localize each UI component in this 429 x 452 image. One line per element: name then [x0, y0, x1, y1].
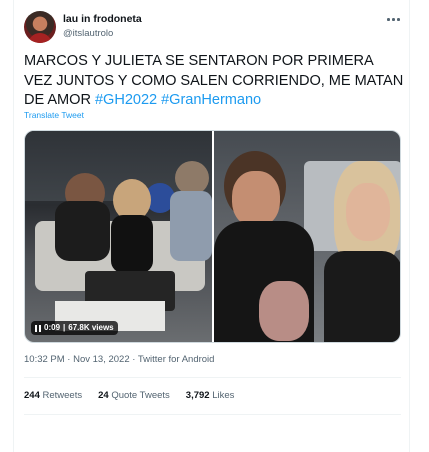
video-views: 67.8K views: [68, 323, 114, 332]
quote-tweets-stat[interactable]: 24 Quote Tweets: [98, 390, 170, 401]
tweet-stats: 244 Retweets 24 Quote Tweets 3,792 Likes: [24, 390, 234, 401]
divider-top: [24, 377, 401, 378]
divider-bottom: [24, 414, 401, 415]
tweet-text: MARCOS Y JULIETA SE SENTARON POR PRIMERA…: [24, 52, 404, 111]
video-frame-right: [214, 131, 400, 342]
tweet-timestamp[interactable]: 10:32 PM · Nov 13, 2022 · Twitter for An…: [24, 354, 214, 365]
avatar[interactable]: [24, 11, 56, 43]
likes-stat[interactable]: 3,792 Likes: [186, 390, 235, 401]
retweets-stat[interactable]: 244 Retweets: [24, 390, 82, 401]
translate-tweet-link[interactable]: Translate Tweet: [24, 110, 84, 120]
hashtag-granhermano[interactable]: #GranHermano: [161, 92, 261, 108]
video-time: 0:09: [44, 323, 61, 332]
more-icon[interactable]: [385, 14, 401, 24]
display-name[interactable]: lau in frodoneta: [63, 13, 142, 25]
video-player[interactable]: 0:09 | 67.8K views: [24, 130, 401, 343]
pause-icon[interactable]: [35, 324, 41, 332]
video-badge: 0:09 | 67.8K views: [31, 321, 118, 335]
user-handle[interactable]: @itslautrolo: [63, 28, 113, 39]
hashtag-gh2022[interactable]: #GH2022: [95, 92, 157, 108]
video-frame-left: 0:09 | 67.8K views: [25, 131, 212, 342]
